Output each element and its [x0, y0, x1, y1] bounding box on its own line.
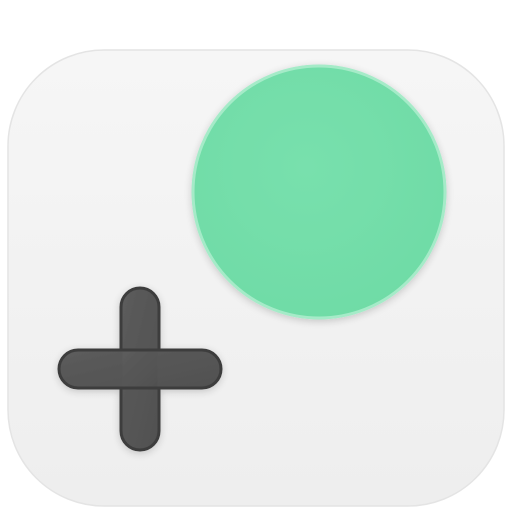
app-icon[interactable] — [0, 0, 512, 512]
green-circle-icon — [191, 64, 447, 320]
app-icon-graphic — [7, 49, 505, 507]
icon-canvas — [0, 0, 512, 512]
